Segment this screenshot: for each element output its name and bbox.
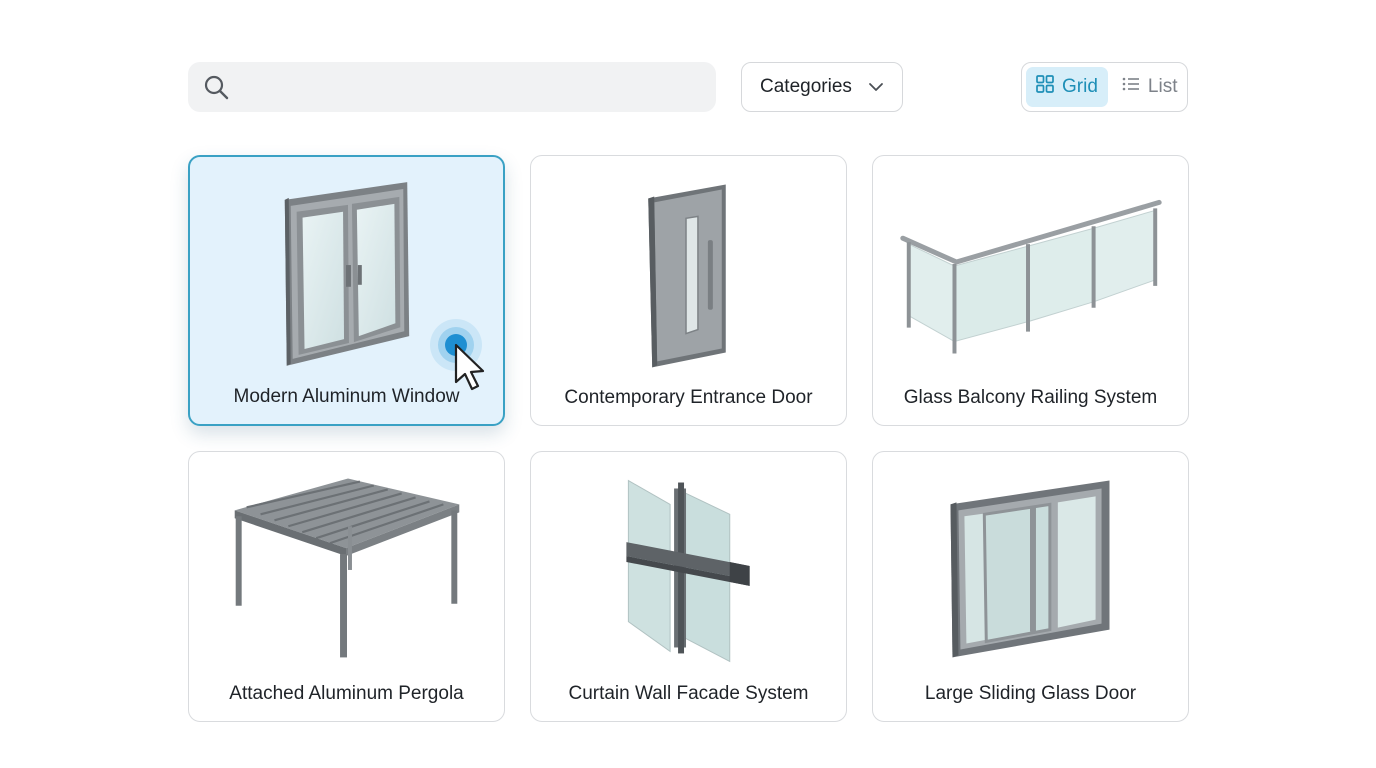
toolbar: Categories Grid List — [0, 0, 1376, 140]
pergola-image — [234, 478, 460, 658]
product-name: Attached Aluminum Pergola — [229, 683, 464, 704]
sliding-door-image — [950, 480, 1110, 658]
grid-icon — [1036, 75, 1054, 99]
list-icon — [1122, 76, 1140, 98]
list-view-label: List — [1147, 76, 1178, 97]
product-name: Curtain Wall Facade System — [568, 683, 809, 704]
product-name: Modern Aluminum Window — [233, 386, 460, 407]
product-card-aluminum-window[interactable]: Modern Aluminum Window — [188, 155, 505, 426]
product-name: Large Sliding Glass Door — [924, 683, 1137, 704]
categories-dropdown[interactable]: Categories — [741, 62, 903, 112]
product-card-sliding-door[interactable]: Large Sliding Glass Door — [872, 451, 1189, 722]
product-name: Glass Balcony Railing System — [903, 387, 1158, 408]
grid-view-button[interactable]: Grid — [1026, 67, 1108, 107]
search-bar[interactable] — [188, 61, 716, 113]
product-card-balcony-railing[interactable]: Glass Balcony Railing System — [872, 155, 1189, 426]
product-card-curtain-wall[interactable]: Curtain Wall Facade System — [530, 451, 847, 722]
categories-label: Categories — [760, 76, 852, 97]
entrance-door-image — [648, 184, 726, 368]
product-name: Contemporary Entrance Door — [564, 387, 813, 408]
search-icon — [202, 73, 230, 101]
list-view-button[interactable]: List — [1112, 67, 1188, 107]
view-toggle: Grid List — [1021, 62, 1188, 112]
product-card-entrance-door[interactable]: Contemporary Entrance Door — [530, 155, 847, 426]
grid-view-label: Grid — [1062, 76, 1098, 97]
balcony-railing-image — [900, 199, 1162, 354]
search-input[interactable] — [240, 61, 716, 113]
curtain-wall-image — [626, 479, 750, 663]
product-card-pergola[interactable]: Attached Aluminum Pergola — [188, 451, 505, 722]
aluminum-window-image — [284, 182, 410, 366]
chevron-down-icon — [868, 76, 884, 98]
